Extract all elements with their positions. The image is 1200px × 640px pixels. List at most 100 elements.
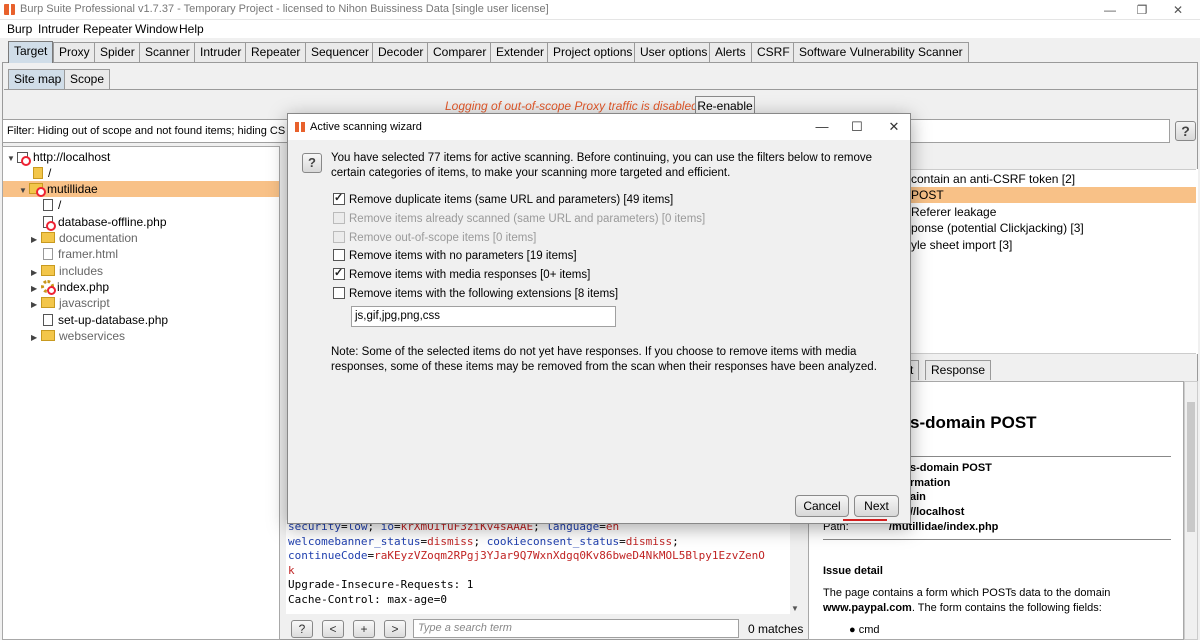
checkbox-icon bbox=[333, 212, 345, 224]
checkbox-icon[interactable] bbox=[333, 249, 345, 261]
window-title: Burp Suite Professional v1.7.37 - Tempor… bbox=[20, 3, 549, 15]
dialog-title: Active scanning wizard bbox=[310, 121, 422, 133]
advisory-confidence: ain bbox=[910, 491, 926, 503]
checkbox-icon[interactable] bbox=[333, 287, 345, 299]
advisory-host: //localhost bbox=[910, 506, 965, 518]
tree-node-file[interactable]: / bbox=[43, 197, 61, 213]
tab-sequencer[interactable]: Sequencer bbox=[305, 42, 376, 62]
checkbox-icon bbox=[333, 231, 345, 243]
expanded-icon[interactable]: ▼ bbox=[19, 183, 29, 199]
request-viewer: security=low; io=krXmUIfuF3ziKv4sAAAE; l… bbox=[286, 520, 790, 614]
menu-window[interactable]: Window bbox=[135, 22, 178, 36]
file-icon bbox=[33, 167, 43, 179]
collapsed-icon[interactable]: ▶ bbox=[31, 232, 41, 248]
tab-intruder[interactable]: Intruder bbox=[194, 42, 248, 62]
tab-comparer[interactable]: Comparer bbox=[427, 42, 493, 62]
tree-node-folder[interactable]: ▶ includes bbox=[31, 263, 103, 279]
remove-extensions-checkbox[interactable]: Remove items with the following extensio… bbox=[333, 287, 618, 301]
tree-node-mutillidae[interactable]: ▼ mutillidae bbox=[3, 181, 279, 197]
remove-no-parameters-checkbox[interactable]: Remove items with no parameters [19 item… bbox=[333, 249, 577, 263]
collapsed-icon[interactable]: ▶ bbox=[31, 297, 41, 313]
maximize-icon[interactable]: ❐ bbox=[1130, 1, 1154, 19]
tree-node-root-file[interactable]: / bbox=[33, 165, 51, 181]
tree-node-file[interactable]: framer.html bbox=[43, 246, 118, 262]
folder-icon bbox=[41, 232, 55, 243]
next-highlight-underline bbox=[843, 519, 887, 521]
gear-icon bbox=[41, 280, 56, 295]
checkbox-icon[interactable] bbox=[333, 191, 345, 205]
burp-logo-icon bbox=[4, 4, 15, 15]
tree-node-folder[interactable]: ▶ javascript bbox=[31, 295, 110, 311]
tab-project-options[interactable]: Project options bbox=[547, 42, 639, 62]
cancel-button[interactable]: Cancel bbox=[795, 495, 849, 517]
menu-bar: Burp Intruder Repeater Window Help bbox=[0, 20, 1200, 38]
issue-detail-heading: Issue detail bbox=[823, 565, 883, 577]
tree-node-host[interactable]: ▼ http://localhost bbox=[7, 149, 110, 167]
burp-logo-icon bbox=[295, 122, 305, 132]
dialog-help-button[interactable]: ? bbox=[302, 153, 322, 173]
tab-software-vulnerability-scanner[interactable]: Software Vulnerability Scanner bbox=[793, 42, 969, 62]
search-prev-button[interactable]: < bbox=[322, 620, 344, 638]
folder-icon bbox=[41, 297, 55, 308]
tab-proxy[interactable]: Proxy bbox=[53, 42, 96, 62]
collapsed-icon[interactable]: ▶ bbox=[31, 330, 41, 346]
tree-node-gear[interactable]: ▶ index.php bbox=[31, 279, 109, 295]
file-icon bbox=[43, 314, 53, 326]
menu-intruder[interactable]: Intruder bbox=[38, 22, 79, 36]
extensions-field[interactable]: js,gif,jpg,png,css bbox=[351, 306, 616, 327]
tab-spider[interactable]: Spider bbox=[94, 42, 141, 62]
menu-burp[interactable]: Burp bbox=[7, 22, 32, 36]
tab-scope[interactable]: Scope bbox=[64, 69, 111, 89]
maximize-icon[interactable]: ☐ bbox=[845, 118, 869, 136]
site-map-tree: ▼ http://localhost / ▼ mutillidae / databa… bbox=[2, 146, 280, 640]
active-scanning-wizard-dialog: Active scanning wizard — ☐ ✕ ? You have … bbox=[287, 113, 911, 524]
file-icon bbox=[43, 216, 56, 231]
tree-node-folder[interactable]: ▶ documentation bbox=[31, 230, 138, 246]
issue-detail-text: The page contains a form which POSTs dat… bbox=[823, 587, 1111, 599]
issue-field-item: ● cmd bbox=[849, 624, 880, 636]
menu-help[interactable]: Help bbox=[179, 22, 204, 36]
tree-node-folder[interactable]: ▶ webservices bbox=[31, 328, 125, 344]
search-input[interactable]: Type a search term bbox=[413, 619, 739, 638]
minimize-icon[interactable]: — bbox=[1098, 1, 1122, 19]
search-add-button[interactable]: + bbox=[353, 620, 375, 638]
folder-icon bbox=[29, 183, 46, 197]
tab-alerts[interactable]: Alerts bbox=[709, 42, 752, 62]
remove-media-responses-checkbox[interactable]: Remove items with media responses [0+ it… bbox=[333, 266, 590, 282]
checkbox-icon[interactable] bbox=[333, 266, 345, 280]
help-button[interactable]: ? bbox=[1175, 121, 1196, 141]
folder-icon bbox=[41, 330, 55, 341]
file-icon bbox=[43, 199, 53, 211]
close-icon[interactable]: ✕ bbox=[882, 118, 906, 136]
advisory-title: s-domain POST bbox=[910, 413, 1037, 432]
issue-detail-domain: www.paypal.com bbox=[823, 602, 912, 614]
close-icon[interactable]: ✕ bbox=[1166, 1, 1190, 19]
tree-node-file[interactable]: set-up-database.php bbox=[43, 312, 168, 328]
tab-csrf[interactable]: CSRF bbox=[751, 42, 796, 62]
tab-extender[interactable]: Extender bbox=[490, 42, 551, 62]
tab-response[interactable]: Response bbox=[925, 360, 992, 380]
advisory-issue: s-domain POST bbox=[910, 462, 992, 474]
search-next-button[interactable]: > bbox=[384, 620, 406, 638]
title-bar: Burp Suite Professional v1.7.37 - Tempor… bbox=[0, 0, 1200, 20]
tab-decoder[interactable]: Decoder bbox=[372, 42, 430, 62]
expanded-icon[interactable]: ▼ bbox=[7, 151, 17, 167]
advisory-scrollbar[interactable] bbox=[1184, 381, 1198, 640]
tab-scanner[interactable]: Scanner bbox=[139, 42, 196, 62]
search-help-button[interactable]: ? bbox=[291, 620, 313, 638]
menu-repeater[interactable]: Repeater bbox=[83, 22, 132, 36]
remove-duplicates-checkbox[interactable]: Remove duplicate items (same URL and par… bbox=[333, 191, 673, 207]
dialog-note-text: Note: Some of the selected items do not … bbox=[331, 346, 877, 373]
remove-already-scanned-checkbox: Remove items already scanned (same URL a… bbox=[333, 212, 705, 226]
tab-site-map[interactable]: Site map bbox=[8, 69, 68, 89]
match-count: 0 matches bbox=[748, 622, 804, 636]
tab-repeater[interactable]: Repeater bbox=[245, 42, 307, 62]
request-scrollbar[interactable]: ▼ bbox=[790, 520, 802, 615]
next-button[interactable]: Next bbox=[854, 495, 899, 517]
minimize-icon[interactable]: — bbox=[810, 118, 834, 136]
tab-target[interactable]: Target bbox=[8, 41, 54, 63]
issue-detail-text-2: www.paypal.com. The form contains the fo… bbox=[823, 602, 1102, 614]
tab-user-options[interactable]: User options bbox=[634, 42, 714, 62]
tree-node-file[interactable]: database-offline.php bbox=[43, 214, 167, 231]
out-of-scope-message: Logging of out-of-scope Proxy traffic is… bbox=[445, 99, 698, 113]
